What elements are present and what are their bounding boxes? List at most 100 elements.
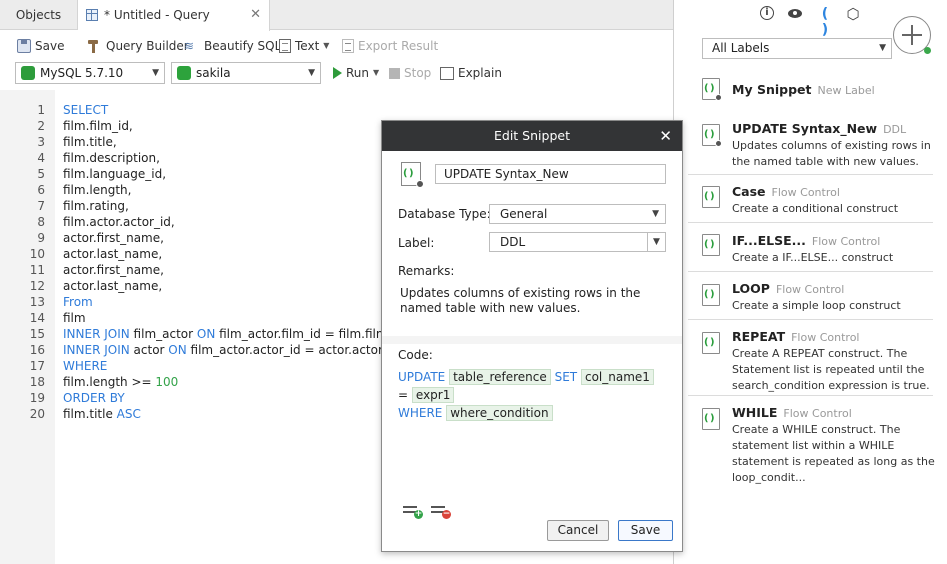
snippet-label-tag: Flow Control (771, 186, 840, 199)
snippet-name-input[interactable]: UPDATE Syntax_New (435, 164, 666, 184)
tab-bar: Objects * Untitled - Query ✕ (0, 0, 673, 31)
line-number: 2 (37, 119, 45, 133)
minus-badge-icon: − (442, 509, 451, 519)
line-number: 5 (37, 167, 45, 181)
line-number: 1 (37, 103, 45, 117)
sql-token: film.language_id, (63, 167, 167, 181)
snippet-description: Create a WHILE construct. The statement … (732, 423, 935, 484)
sql-keyword: INNER JOIN (63, 343, 130, 357)
sql-keyword: ON (168, 343, 187, 357)
sql-token: film.length >= (63, 375, 156, 389)
add-snippet-button[interactable] (893, 16, 931, 54)
tab-query[interactable]: * Untitled - Query ✕ (78, 0, 270, 31)
preview-icon[interactable] (787, 6, 803, 22)
snippet-label-tag: Flow Control (783, 407, 852, 420)
line-number: 12 (29, 279, 45, 293)
label-filter-value: All Labels (712, 41, 770, 55)
remove-placeholder-icon[interactable]: − (431, 504, 451, 519)
code-text: INNER JOIN film_actor ON film_actor.film… (63, 326, 408, 342)
explain-label: Explain (458, 66, 502, 80)
add-placeholder-icon[interactable]: + (403, 504, 423, 519)
snippet-icon (702, 186, 720, 208)
document-icon (279, 39, 291, 53)
cancel-button[interactable]: Cancel (547, 520, 609, 541)
text-label: Text (295, 39, 320, 53)
snippet-title: IF...ELSE... Flow Control (732, 233, 880, 248)
snippet-title-text: UPDATE Syntax_New (732, 121, 878, 136)
code-text: film.description, (63, 150, 160, 166)
snippet-icon (702, 124, 722, 147)
sql-token: actor (129, 343, 169, 357)
add-badge-icon (924, 47, 931, 54)
dialog-title: Edit Snippet (494, 128, 570, 143)
database-select[interactable]: sakila ▼ (171, 62, 321, 84)
close-icon[interactable]: ✕ (659, 121, 672, 151)
connection-toolbar: MySQL 5.7.10 ▼ sakila ▼ Run ▼ Stop Expla… (0, 60, 673, 86)
info-icon[interactable]: i (760, 6, 774, 20)
chevron-down-icon: ▼ (323, 41, 330, 50)
code-text: film.language_id, (63, 166, 166, 182)
database-type-select[interactable]: General ▼ (489, 204, 666, 224)
play-icon (333, 67, 342, 79)
snippet-title-text: My Snippet (732, 82, 812, 97)
code-text: film.actor.actor_id, (63, 214, 175, 230)
label-select[interactable]: DDL ▼ (489, 232, 666, 252)
placeholder-token[interactable]: table_reference (449, 369, 551, 385)
beautify-sql-button[interactable]: ≋ Beautify SQL (184, 37, 281, 55)
hexagon-icon[interactable]: ⬡ (845, 6, 861, 22)
export-label: Export Result (358, 39, 439, 53)
sql-token: actor.last_name, (63, 247, 163, 261)
query-builder-button[interactable]: Query Builder (86, 37, 189, 55)
placeholder-token[interactable]: where_condition (446, 405, 553, 421)
code-line: 1 SELECT (0, 102, 673, 118)
sql-token: film_actor.actor_id = actor.actor_id (186, 343, 400, 357)
chevron-down-icon: ▼ (879, 43, 886, 53)
tab-objects[interactable]: Objects (0, 0, 78, 30)
export-result-button[interactable]: Export Result (342, 37, 438, 55)
label-label: Label: (398, 236, 435, 250)
explain-icon (440, 66, 454, 80)
code-text: From (63, 294, 93, 310)
snippet-icon (702, 332, 720, 354)
placeholder-token[interactable]: col_name1 (580, 369, 654, 385)
snippet-divider (688, 271, 933, 272)
server-select[interactable]: MySQL 5.7.10 ▼ (15, 62, 165, 84)
stop-button[interactable]: Stop (389, 64, 431, 82)
placeholder-token[interactable]: expr1 (411, 387, 455, 403)
code-text: film.title, (63, 134, 117, 150)
remarks-textarea[interactable]: Updates columns of existing rows in the … (390, 282, 676, 335)
code-keyword: WHERE (398, 406, 443, 420)
code-text: actor.first_name, (63, 262, 164, 278)
explain-button[interactable]: Explain (440, 64, 502, 82)
user-icon (715, 140, 722, 147)
run-button[interactable]: Run ▼ (333, 64, 379, 82)
snippet-icon[interactable]: ( ) (817, 6, 833, 38)
snippet-label-tag: DDL (883, 123, 907, 136)
text-dropdown-button[interactable]: Text ▼ (279, 37, 329, 55)
label-filter-select[interactable]: All Labels ▼ (702, 38, 892, 59)
sql-keyword: ASC (116, 407, 141, 421)
stop-label: Stop (404, 66, 432, 80)
snippet-title: LOOP Flow Control (732, 281, 844, 296)
close-icon[interactable]: ✕ (250, 0, 261, 30)
sql-token: film.rating, (63, 199, 129, 213)
snippet-title: UPDATE Syntax_New DDL (732, 121, 906, 136)
sql-token: film_actor (129, 327, 197, 341)
sql-number: 100 (155, 375, 179, 389)
snippet-divider (688, 395, 933, 396)
code-keyword: UPDATE (398, 370, 446, 384)
sql-keyword: WHERE (63, 359, 108, 373)
save-button[interactable]: Save (17, 37, 64, 55)
sql-token: actor.last_name, (63, 279, 163, 293)
sql-token: film.actor.actor_id, (63, 215, 175, 229)
snippet-panel: i ( ) ⬡ All Labels ▼ My Snippet New Label… (673, 0, 947, 564)
sql-token: film (63, 311, 86, 325)
line-number: 4 (37, 151, 45, 165)
chevron-down-icon: ▼ (652, 209, 659, 219)
sql-keyword: INNER JOIN (63, 327, 130, 341)
save-button[interactable]: Save (618, 520, 673, 541)
snippet-description: Create a simple loop construct (732, 299, 901, 312)
chevron-down-icon: ▼ (308, 68, 315, 78)
save-icon (17, 39, 31, 53)
dialog-header: Edit Snippet ✕ (382, 121, 682, 151)
